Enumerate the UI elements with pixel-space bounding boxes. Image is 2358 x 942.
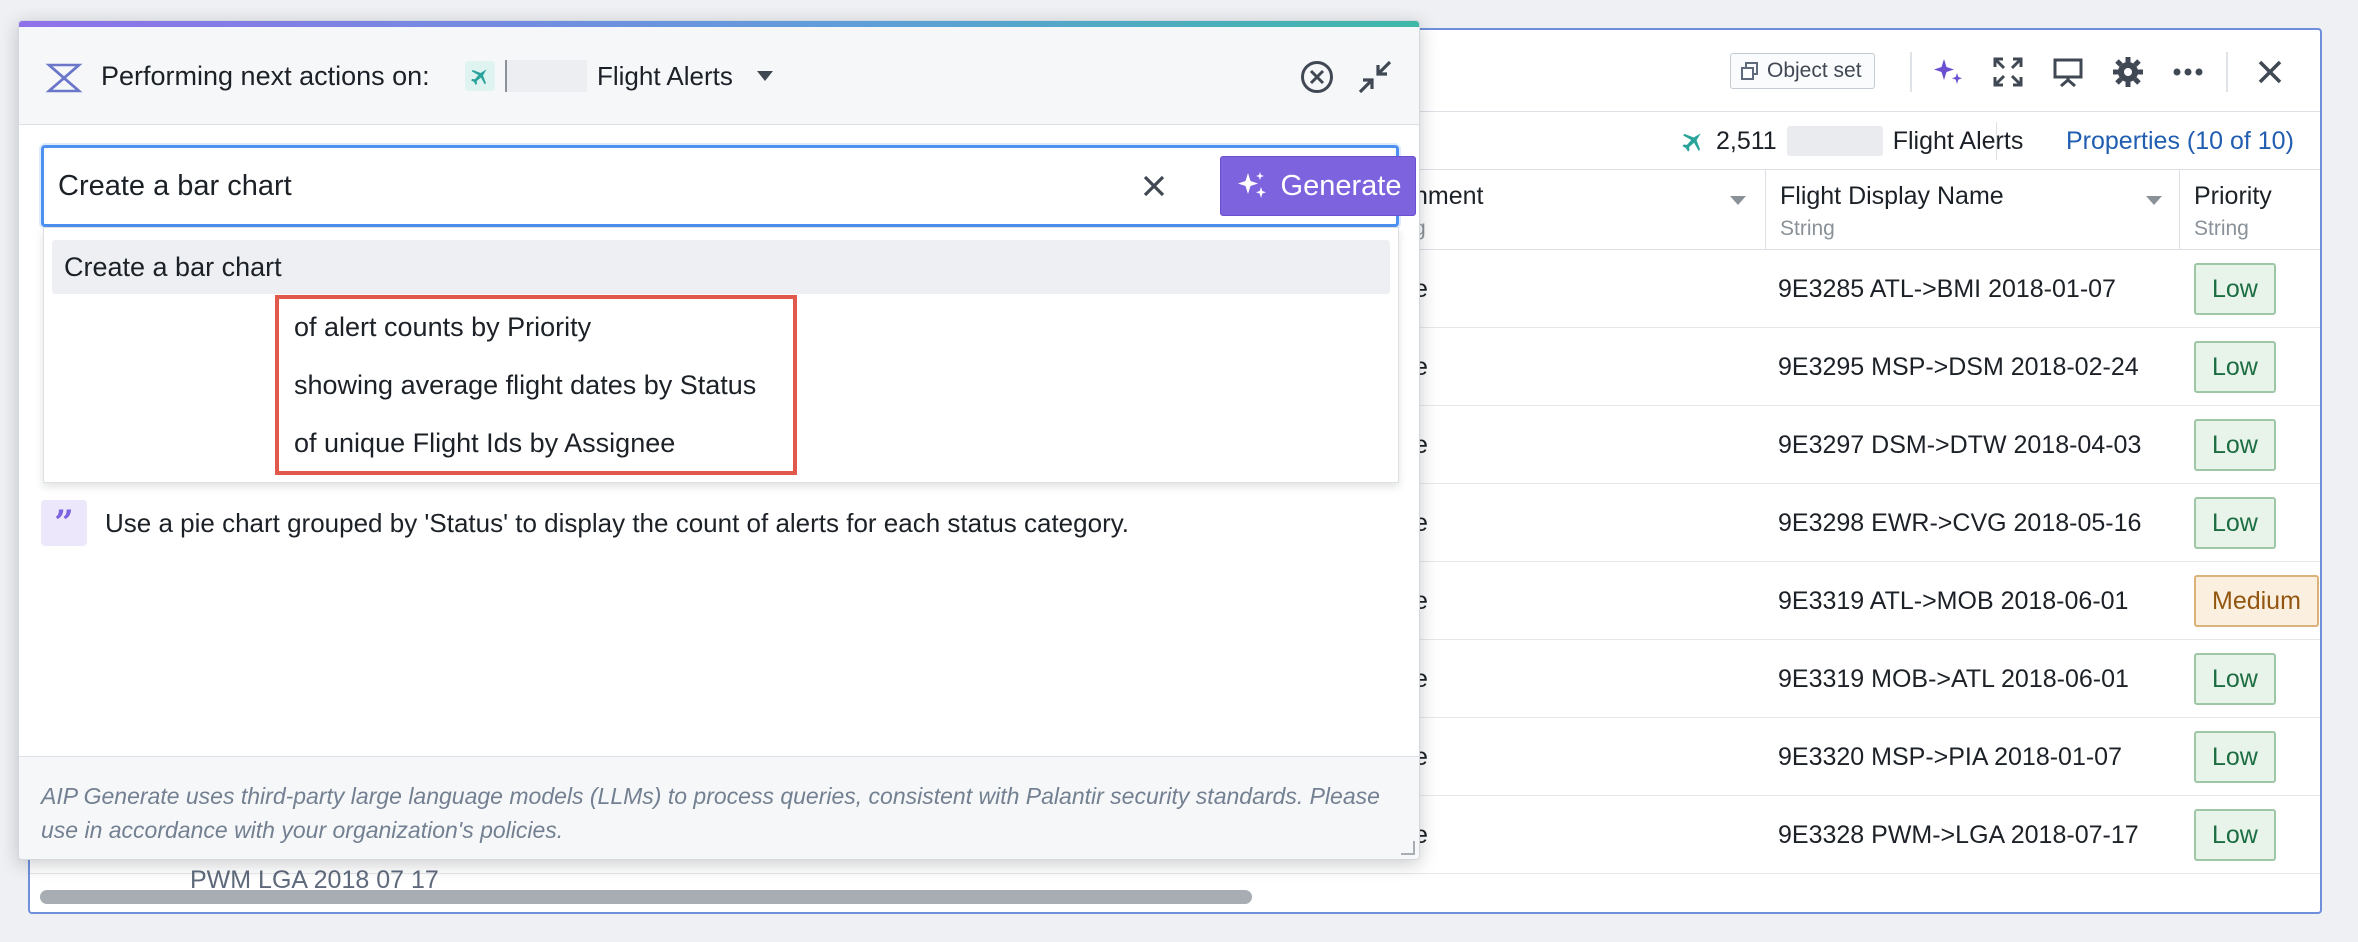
priority-badge: Low bbox=[2194, 809, 2276, 861]
priority-badge: Low bbox=[2194, 497, 2276, 549]
properties-link[interactable]: Properties (10 of 10) bbox=[2066, 112, 2294, 170]
sparkle-icon[interactable] bbox=[1928, 52, 1968, 92]
table-cell: 9E3319 ATL->MOB 2018-06-01 bbox=[1778, 587, 2129, 615]
redacted-text bbox=[505, 60, 587, 92]
suggestion-completion[interactable]: of unique Flight Ids by Assignee bbox=[294, 414, 675, 472]
close-icon[interactable] bbox=[2250, 52, 2290, 92]
chevron-down-icon[interactable] bbox=[1730, 196, 1746, 205]
column-title: Priority bbox=[2194, 182, 2272, 210]
object-set-icon bbox=[1741, 62, 1758, 80]
chevron-down-icon[interactable] bbox=[756, 71, 773, 81]
close-circle-icon[interactable] bbox=[1299, 59, 1335, 95]
priority-badge: Low bbox=[2194, 419, 2276, 471]
priority-badge: Low bbox=[2194, 731, 2276, 783]
dialog-header: Performing next actions on: Flight Alert… bbox=[19, 27, 1419, 125]
table-cell: 9E3285 ATL->BMI 2018-01-07 bbox=[1778, 275, 2116, 303]
target-object-set-selector[interactable]: Flight Alerts bbox=[465, 59, 773, 93]
table-cell: 9E3319 MOB->ATL 2018-06-01 bbox=[1778, 665, 2129, 693]
object-type-name: Flight Alerts bbox=[1892, 126, 2024, 155]
suggestion-dropdown: Create a bar chart of alert counts by Pr… bbox=[43, 227, 1399, 483]
example-prompt-text: Use a pie chart grouped by 'Status' to d… bbox=[105, 507, 1130, 538]
column-header-flight-display-name[interactable]: Flight Display Name String bbox=[1766, 170, 2180, 250]
suggestion-completion[interactable]: of alert counts by Priority bbox=[294, 298, 591, 356]
subbar-divider bbox=[1996, 122, 1997, 160]
column-header-priority[interactable]: Priority String bbox=[2180, 170, 2320, 250]
dialog-footer: AIP Generate uses third-party large lang… bbox=[19, 756, 1419, 859]
target-object-name: Flight Alerts bbox=[597, 60, 733, 91]
maximize-icon[interactable] bbox=[1988, 52, 2028, 92]
table-cell: 9E3298 EWR->CVG 2018-05-16 bbox=[1778, 509, 2142, 537]
table-cell: 9E3297 DSM->DTW 2018-04-03 bbox=[1778, 431, 2142, 459]
resize-handle[interactable] bbox=[1401, 841, 1415, 855]
column-type: String bbox=[2194, 217, 2249, 240]
priority-badge: Low bbox=[2194, 263, 2276, 315]
gear-icon[interactable] bbox=[2108, 52, 2148, 92]
horizontal-scrollbar[interactable] bbox=[40, 890, 1252, 904]
column-title: nment bbox=[1414, 182, 1484, 210]
column-header-assignment[interactable]: nment g bbox=[1400, 170, 1766, 250]
generate-button[interactable]: Generate bbox=[1220, 156, 1416, 216]
present-icon[interactable] bbox=[2048, 52, 2088, 92]
priority-badge: Low bbox=[2194, 341, 2276, 393]
toolbar-divider bbox=[1910, 52, 1912, 92]
priority-badge: Low bbox=[2194, 653, 2276, 705]
minimize-icon[interactable] bbox=[1357, 59, 1393, 95]
table-cell: 9E3295 MSP->DSM 2018-02-24 bbox=[1778, 353, 2139, 381]
disclaimer-text: AIP Generate uses third-party large lang… bbox=[41, 783, 1380, 843]
table-cell: 9E3328 PWM->LGA 2018-07-17 bbox=[1778, 821, 2139, 849]
example-prompt[interactable]: ” Use a pie chart grouped by 'Status' to… bbox=[41, 499, 1129, 547]
sparkle-icon bbox=[1237, 172, 1266, 198]
aip-generate-dialog: Performing next actions on: Flight Alert… bbox=[18, 20, 1420, 860]
plane-icon bbox=[465, 61, 495, 91]
object-count-value: 2,511 bbox=[1716, 126, 1777, 155]
priority-badge: Medium bbox=[2194, 575, 2319, 627]
object-set-label: Object set bbox=[1767, 59, 1862, 82]
chevron-down-icon[interactable] bbox=[2146, 196, 2162, 205]
prompt-input[interactable] bbox=[58, 148, 1098, 224]
column-title: Flight Display Name bbox=[1780, 182, 2004, 210]
table-cell: 9E3320 MSP->PIA 2018-01-07 bbox=[1778, 743, 2122, 771]
suggestion-completion[interactable]: showing average flight dates by Status bbox=[294, 356, 756, 414]
aip-logo-icon bbox=[45, 63, 83, 93]
plane-icon bbox=[1682, 133, 1701, 152]
column-type: String bbox=[1780, 217, 1835, 240]
more-icon[interactable] bbox=[2168, 52, 2208, 92]
redacted-text bbox=[1786, 126, 1883, 156]
header-label: Performing next actions on: bbox=[101, 61, 430, 91]
clear-icon[interactable] bbox=[1134, 166, 1174, 206]
object-count: 2,511 Flight Alerts bbox=[1680, 112, 2023, 170]
suggestion-item-selected[interactable]: Create a bar chart bbox=[52, 240, 1390, 294]
prompt-field[interactable]: Generate bbox=[41, 145, 1416, 227]
quote-icon: ” bbox=[41, 500, 87, 546]
column-type: g bbox=[1414, 217, 1751, 241]
toolbar-divider bbox=[2226, 52, 2228, 92]
object-set-button[interactable]: Object set bbox=[1730, 53, 1875, 89]
generate-label: Generate bbox=[1280, 169, 1402, 202]
